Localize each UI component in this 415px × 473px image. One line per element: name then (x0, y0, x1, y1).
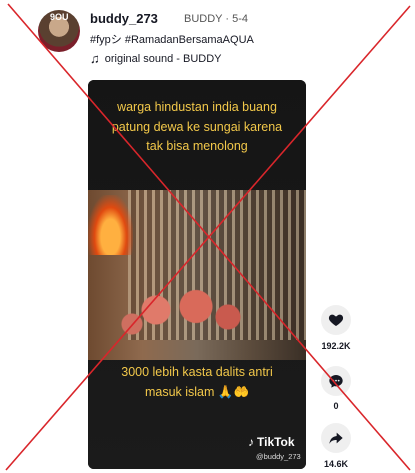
share-count: 14.6K (323, 459, 349, 469)
tiktok-watermark-text: TikTok (257, 435, 295, 449)
post-caption: #fypシ #RamadanBersamaAQUA (90, 34, 254, 46)
video-statues (108, 275, 268, 345)
comment-icon (329, 375, 343, 388)
tiktok-logo-icon: ♪ (248, 435, 254, 449)
like-button[interactable] (321, 305, 351, 335)
heart-icon (328, 314, 344, 326)
like-count: 192.2K (321, 341, 351, 351)
music-note-icon: ♫ (90, 51, 100, 66)
tiktok-watermark: ♪ TikTok (248, 435, 295, 449)
sound-link[interactable]: ♫ original sound - BUDDY (90, 51, 222, 66)
video-fire (88, 195, 133, 255)
comment-count: 0 (333, 401, 339, 411)
share-button[interactable] (321, 423, 351, 453)
video-caption-top: warga hindustan india buang patung dewa … (111, 100, 283, 153)
video-player[interactable]: warga hindustan india buang patung dewa … (88, 80, 306, 469)
username[interactable]: buddy_273 (90, 11, 158, 26)
share-icon (329, 432, 343, 444)
sound-label: original sound - BUDDY (104, 52, 222, 65)
author-meta: BUDDY · 5-4 (184, 13, 248, 25)
comment-button[interactable] (321, 366, 351, 396)
watermark-handle: @buddy_273 (256, 452, 301, 461)
avatar-text: 9OU (50, 12, 69, 22)
video-caption-bottom: 3000 lebih kasta dalits antri masuk isla… (121, 365, 273, 399)
